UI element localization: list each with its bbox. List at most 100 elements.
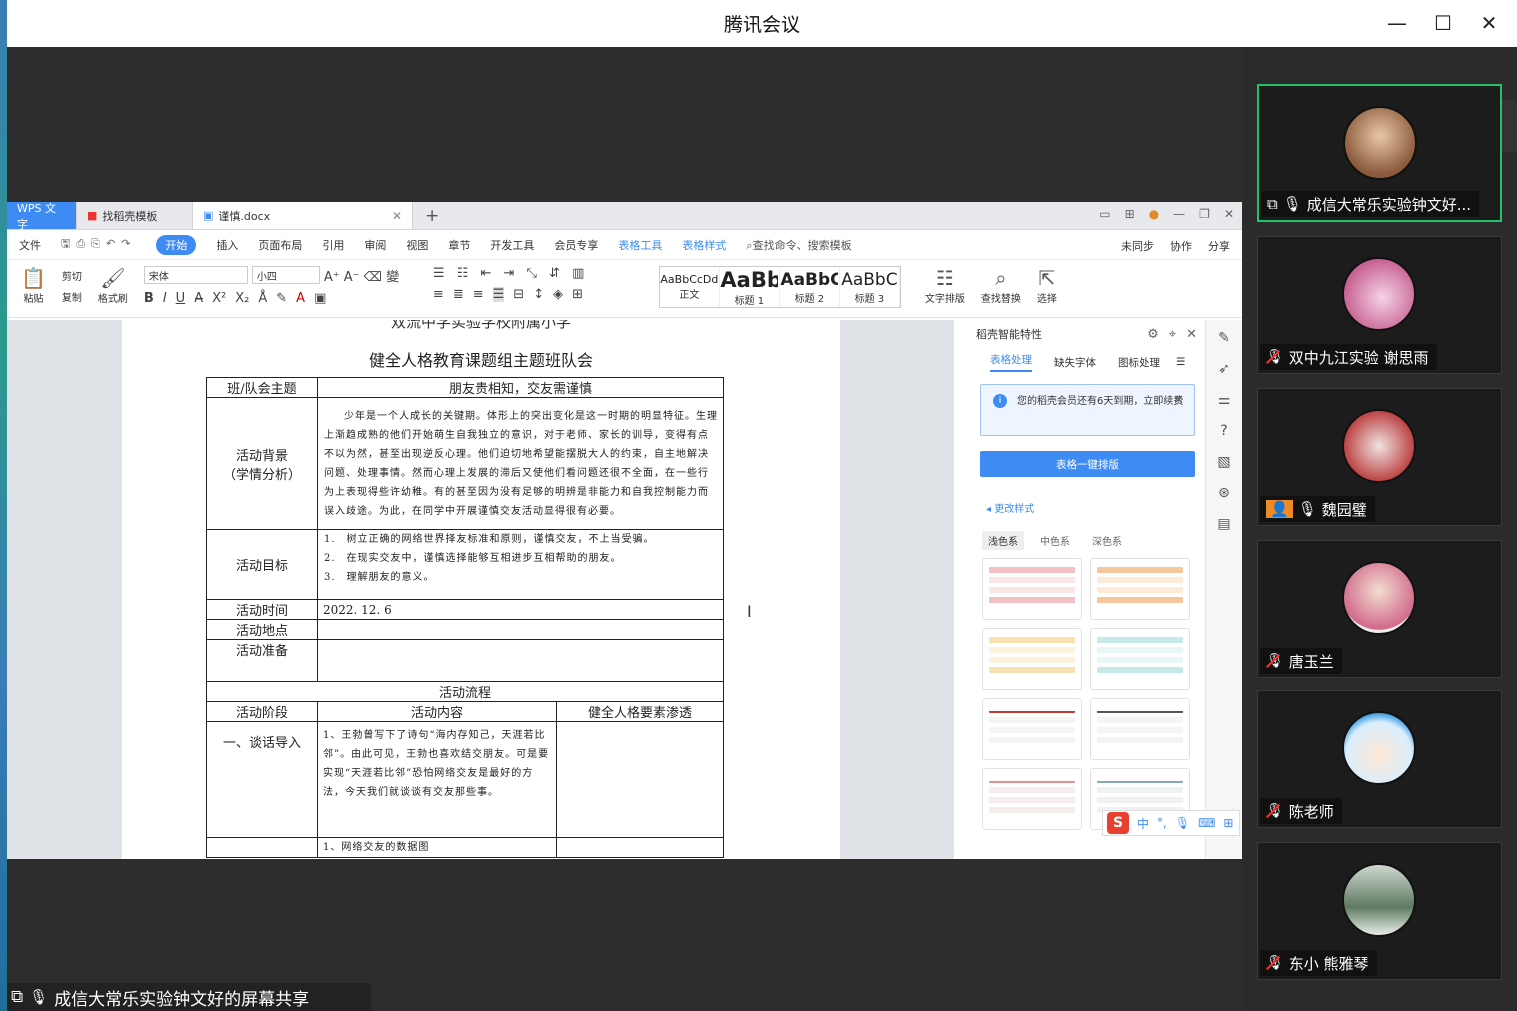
font-size-tools-icon[interactable]: A⁺ A⁻ ⌫ 變 xyxy=(324,266,399,285)
panel-menu-icon[interactable]: ☰ xyxy=(1176,356,1185,368)
shading-icon[interactable]: ◈ xyxy=(553,287,563,302)
line-spacing-icon[interactable]: ↕ xyxy=(533,287,544,302)
align-left-icon[interactable]: ≡ xyxy=(433,287,444,302)
format-painter-button[interactable]: 🖌 格式刷 xyxy=(92,266,134,305)
minimize-button[interactable]: — xyxy=(1383,8,1411,38)
align-right-icon[interactable]: ≡ xyxy=(473,287,484,302)
ime-grid-icon[interactable]: ⊞ xyxy=(1223,816,1233,830)
border-icon[interactable]: ⊞ xyxy=(572,287,583,302)
font-color-icon[interactable]: A xyxy=(296,291,305,306)
text-effect-icon[interactable]: Å xyxy=(258,291,267,306)
strike-icon[interactable]: A̶ xyxy=(194,291,203,306)
panel-tab-icon[interactable]: 图标处理 xyxy=(1118,355,1160,370)
style-heading-1[interactable]: AaBb 标题 1 xyxy=(720,267,780,307)
style-normal[interactable]: AaBbCcDd 正文 xyxy=(660,267,720,307)
wps-restore-icon[interactable]: ❐ xyxy=(1199,207,1210,221)
grid-icon[interactable]: ⊞ xyxy=(1125,207,1135,221)
menu-layout[interactable]: 页面布局 xyxy=(258,237,302,253)
participant-tile[interactable]: 👤 🎙 魏园璧 xyxy=(1257,388,1502,526)
tab-wps-home[interactable]: WPS 文字 xyxy=(7,202,77,231)
list-tools-icon[interactable]: ☰ ☷ ⇤ ⇥ ⤡ ⇵ ▥ xyxy=(433,266,588,281)
collab-button[interactable]: 协作 xyxy=(1170,238,1192,254)
participant-tile[interactable]: 🎙 陈老师 xyxy=(1257,690,1502,828)
cursor-icon[interactable]: ➶ xyxy=(1218,361,1230,377)
distribute-icon[interactable]: ⊟ xyxy=(513,287,524,302)
table-style-thumb[interactable] xyxy=(1090,558,1190,620)
font-select[interactable]: 宋体 xyxy=(143,266,248,284)
chip-dark[interactable]: 深色系 xyxy=(1086,531,1128,550)
user-avatar-icon[interactable]: ● xyxy=(1149,207,1159,221)
sogou-logo-icon[interactable]: S xyxy=(1107,812,1129,834)
menu-review[interactable]: 审阅 xyxy=(364,237,386,253)
superscript-icon[interactable]: X² xyxy=(212,291,226,306)
notice-text[interactable]: 您的稻壳会员还有6天到期，立即续费 xyxy=(1017,396,1183,407)
participant-tile[interactable]: 🎙 唐玉兰 xyxy=(1257,540,1502,678)
panel-tab-table[interactable]: 表格处理 xyxy=(990,352,1032,372)
close-tab-icon[interactable]: ✕ xyxy=(392,209,402,223)
image-icon[interactable]: ▧ xyxy=(1217,454,1230,470)
justify-icon[interactable]: ☰ xyxy=(492,287,505,302)
table-style-thumb[interactable] xyxy=(982,768,1082,830)
book-icon[interactable]: ▤ xyxy=(1217,516,1230,532)
sync-status[interactable]: 未同步 xyxy=(1121,238,1154,254)
paste-button[interactable]: 📋 粘贴 xyxy=(15,266,52,305)
table-style-thumb[interactable] xyxy=(982,558,1082,620)
voice-icon[interactable]: 🎙 xyxy=(1175,816,1190,830)
maximize-button[interactable]: ☐ xyxy=(1429,8,1457,38)
change-style-section[interactable]: ◂ 更改样式 xyxy=(986,500,1205,515)
pen-icon[interactable]: ✎ xyxy=(1218,330,1230,346)
settings-icon[interactable]: ⚙ xyxy=(1147,327,1159,342)
char-border-icon[interactable]: ▣ xyxy=(314,291,326,306)
quick-tools-icon[interactable]: 🖫⎙⎘↶↷ xyxy=(61,235,136,254)
share-button[interactable]: 分享 xyxy=(1208,238,1230,254)
wps-close-icon[interactable]: ✕ xyxy=(1224,207,1234,221)
menu-table-tools[interactable]: 表格工具 xyxy=(618,237,662,253)
search-command[interactable]: ⌕查找命令、搜索模板 xyxy=(746,237,851,253)
panel-tab-font[interactable]: 缺失字体 xyxy=(1054,355,1096,370)
menu-devtools[interactable]: 开发工具 xyxy=(490,237,534,253)
table-style-thumb[interactable] xyxy=(982,628,1082,690)
panel-title[interactable]: 稻壳智能特性 xyxy=(976,326,1042,342)
style-heading-2[interactable]: AaBbC 标题 2 xyxy=(780,267,840,307)
copy-button[interactable]: 复制 xyxy=(62,289,82,304)
tab-document[interactable]: ▣ 谨慎.docx ✕ xyxy=(193,202,413,229)
menu-member[interactable]: 会员专享 xyxy=(554,237,598,253)
menu-reference[interactable]: 引用 xyxy=(322,237,344,253)
participant-tile[interactable]: 🎙 东小 熊雅琴 xyxy=(1257,842,1502,980)
notice-close-icon[interactable]: ✕ xyxy=(1173,393,1184,408)
compass-icon[interactable]: ⊛ xyxy=(1218,485,1230,501)
sliders-icon[interactable]: ⚌ xyxy=(1218,392,1231,408)
menu-insert[interactable]: 插入 xyxy=(216,237,238,253)
panel-close-icon[interactable]: ✕ xyxy=(1186,327,1197,342)
align-center-icon[interactable]: ≣ xyxy=(453,287,464,302)
select-button[interactable]: ⇱ 选择 xyxy=(1031,266,1063,305)
text-layout-button[interactable]: ☷ 文字排版 xyxy=(919,266,971,305)
punct-icon[interactable]: °, xyxy=(1157,816,1167,830)
menu-section[interactable]: 章节 xyxy=(448,237,470,253)
one-click-format-button[interactable]: 表格一键排版 xyxy=(980,451,1195,477)
wps-minimize-icon[interactable]: — xyxy=(1173,207,1185,221)
style-heading-3[interactable]: AaBbC 标题 3 xyxy=(840,267,900,307)
size-select[interactable]: 小四 xyxy=(251,266,320,284)
document-page[interactable]: 双流中学实验学校附属小学 健全人格教育课题组主题班队会 班/队会主题 朋友贵相知… xyxy=(122,320,840,859)
chip-medium[interactable]: 中色系 xyxy=(1034,531,1076,550)
menu-file[interactable]: 文件 xyxy=(19,237,41,253)
table-style-thumb[interactable] xyxy=(1090,628,1190,690)
participant-tile[interactable]: ⧉ 🎙 成信大常乐实验钟文好... xyxy=(1257,84,1502,222)
menu-start[interactable]: 开始 xyxy=(156,234,197,255)
participant-tile[interactable]: 🎙 双中九江实验 谢思雨 xyxy=(1257,236,1502,374)
bold-icon[interactable]: B xyxy=(144,291,154,306)
subscript-icon[interactable]: X₂ xyxy=(235,291,249,306)
cut-button[interactable]: 剪切 xyxy=(62,268,82,283)
chip-light[interactable]: 浅色系 xyxy=(982,531,1024,550)
close-button[interactable]: ✕ xyxy=(1475,8,1503,38)
tab-template[interactable]: ■ 找稻壳模板 xyxy=(77,202,193,229)
menu-view[interactable]: 视图 xyxy=(406,237,428,253)
pin-icon[interactable]: ⌖ xyxy=(1169,327,1176,342)
keyboard-icon[interactable]: ⌨ xyxy=(1198,816,1215,830)
table-style-thumb[interactable] xyxy=(982,698,1082,760)
highlight-icon[interactable]: ✎ xyxy=(276,291,287,306)
ime-lang[interactable]: 中 xyxy=(1137,815,1149,832)
underline-icon[interactable]: U xyxy=(176,291,186,306)
menu-table-style[interactable]: 表格样式 xyxy=(682,237,726,253)
